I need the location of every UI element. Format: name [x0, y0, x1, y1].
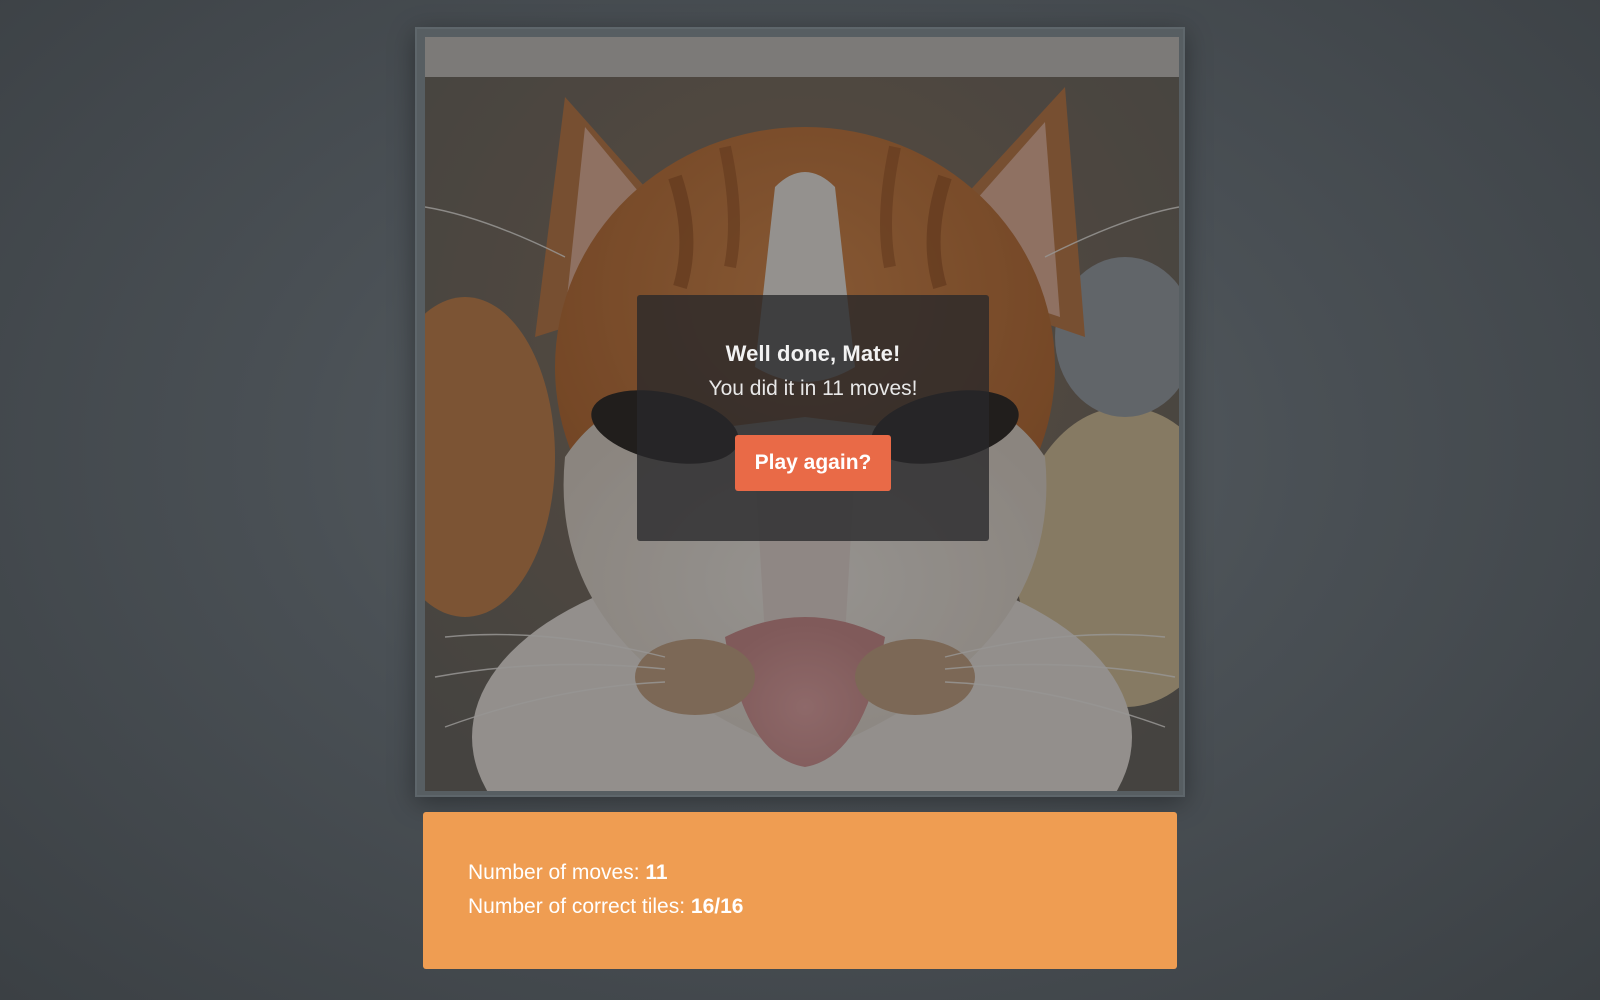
correct-tiles-stat: Number of correct tiles: 16/16	[468, 890, 1132, 924]
moves-value: 11	[645, 861, 668, 884]
stats-panel: Number of moves: 11 Number of correct ti…	[423, 812, 1177, 969]
win-title: Well done, Mate!	[725, 341, 901, 366]
moves-label: Number of moves:	[468, 861, 646, 884]
puzzle-board: Well done, Mate! You did it in 11 moves!…	[425, 37, 1179, 791]
puzzle-board-frame: Well done, Mate! You did it in 11 moves!…	[415, 27, 1185, 797]
correct-tiles-value: 16/16	[690, 895, 744, 918]
correct-tiles-label: Number of correct tiles:	[468, 895, 691, 918]
moves-stat: Number of moves: 11	[468, 856, 1132, 890]
play-again-button[interactable]: Play again?	[735, 435, 891, 491]
win-message: You did it in 11 moves!	[708, 377, 918, 400]
win-dialog: Well done, Mate! You did it in 11 moves!…	[637, 295, 989, 541]
